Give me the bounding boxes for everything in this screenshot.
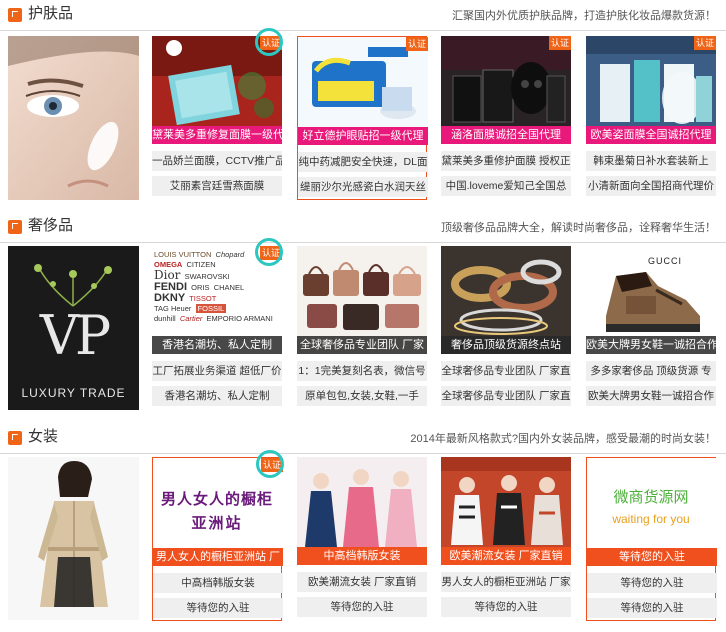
product-link[interactable]: 等待您的入驻	[587, 598, 717, 618]
product-card[interactable]: 微商货源网 waiting for you 等待您的入驻 等待您的入驻 等待您的…	[586, 457, 717, 621]
product-caption[interactable]: 欧美潮流女装 厂家直销	[441, 547, 571, 565]
section-header: 奢侈品 顶级奢侈品品牌大全，解读时尚奢侈品，诠释奢华生活！	[0, 212, 726, 243]
product-caption[interactable]: 奢侈品顶级货源终点站	[441, 336, 571, 354]
brand-chopard: Chopard	[215, 250, 245, 259]
product-caption[interactable]: 等待您的入驻	[587, 548, 717, 566]
product-caption[interactable]: 欧美大牌男女鞋一诚招合作	[586, 336, 716, 354]
product-card[interactable]: 黛莱美多重修复面膜一级代 认证 一品娇兰面膜，CCTV推广品 艾丽素宫廷雪燕面膜	[152, 28, 283, 200]
feature-image-luxury[interactable]: VP LUXURY TRADE	[8, 246, 139, 410]
brand-citizen: CITIZEN	[186, 260, 216, 269]
product-link[interactable]: 工厂拓展业务渠道 超低厂价	[152, 361, 282, 381]
certified-badge: 认证	[406, 37, 428, 51]
section-slogan: 2014年最新风格款式?国内外女装品牌，感受最潮的时尚女装！	[410, 433, 716, 445]
section-title[interactable]: 护肤品	[28, 4, 73, 24]
brand-dior: Dior	[154, 268, 181, 282]
product-link[interactable]: 等待您的入驻	[153, 598, 283, 618]
product-link[interactable]: 中高档韩版女装	[153, 573, 283, 593]
product-link[interactable]: 欧美潮流女装 厂家直销	[297, 572, 427, 592]
certified-badge: 认证	[549, 36, 571, 50]
product-link[interactable]: 原单包包,女装,女鞋,一手	[297, 386, 427, 406]
category-flag-icon	[8, 431, 22, 445]
brand-armani: EMPORIO ARMANI	[206, 314, 273, 323]
feature-image-womens-wear[interactable]	[8, 457, 139, 620]
product-link[interactable]: 1：1完美复刻名表，微信号	[297, 361, 427, 381]
brand-fossil: FOSSIL	[195, 304, 227, 313]
section-slogan: 汇聚国内外优质护肤品牌，打造护肤化妆品爆款货源！	[452, 10, 716, 22]
product-caption[interactable]: 全球奢侈品专业团队 厂家	[297, 336, 427, 354]
product-caption[interactable]: 黛莱美多重修复面膜一级代	[152, 126, 282, 144]
product-link[interactable]: 艾丽素宫廷雪燕面膜	[152, 176, 282, 196]
product-card[interactable]: 涵洛面膜诚招全国代理 认证 黛莱美多重修护面膜 授权正 中国.loveme爱知己…	[441, 36, 571, 200]
product-card[interactable]: GUCCI 欧美大牌男女鞋一诚招合作 多多家奢侈品 顶级货源 专 欧美大牌男女鞋…	[586, 246, 716, 410]
brand-dkny: DKNY	[154, 292, 186, 304]
product-card[interactable]: 欧美潮流女装 厂家直销 男人女人的橱柜亚洲站 厂家 等待您的入驻	[441, 457, 571, 621]
product-link[interactable]: 韩束墨菊日补水套装新上	[586, 151, 716, 171]
store-art-line2: 亚洲站	[191, 515, 243, 532]
brand-lv: LOUIS VUITTON	[154, 250, 212, 259]
brand-tagline: LUXURY TRADE	[21, 386, 126, 400]
product-card[interactable]: 男人女人的橱柜 亚洲站 男人女人的橱柜亚洲站 厂 认证 中高档韩版女装 等待您的…	[152, 450, 284, 621]
product-caption[interactable]: 中高档韩版女装	[297, 547, 427, 565]
product-link[interactable]: 男人女人的橱柜亚洲站 厂家	[441, 572, 571, 592]
brand-dunhill: dunhill	[154, 314, 176, 323]
certified-badge: 认证	[694, 36, 716, 50]
section-title[interactable]: 女装	[28, 427, 58, 447]
product-link[interactable]: 全球奢侈品专业团队 厂家直	[441, 361, 571, 381]
product-link[interactable]: 全球奢侈品专业团队 厂家直	[441, 386, 571, 406]
product-link[interactable]: 等待您的入驻	[587, 573, 717, 593]
feature-image-skincare[interactable]	[8, 36, 139, 200]
product-caption[interactable]: 香港名潮坊、私人定制	[152, 336, 282, 354]
highlight-ring	[255, 28, 283, 56]
brand-chanel: CHANEL	[213, 283, 245, 292]
product-link[interactable]: 等待您的入驻	[297, 597, 427, 617]
brand-tagheuer: TAG Heuer	[154, 304, 192, 313]
product-link[interactable]: 等待您的入驻	[441, 597, 571, 617]
product-card[interactable]: LOUIS VUITTON Chopard OMEGA CITIZEN Dior…	[152, 238, 283, 410]
product-card[interactable]: 全球奢侈品专业团队 厂家 1：1完美复刻名表，微信号 原单包包,女装,女鞋,一手	[297, 246, 427, 410]
product-link[interactable]: 纯中药减肥安全快速，DL面	[298, 152, 428, 172]
product-card[interactable]: 好立德护眼贴招一级代理 认证 纯中药减肥安全快速，DL面 缇丽沙尔光感瓷白水润天…	[297, 36, 428, 200]
section-slogan: 顶级奢侈品品牌大全，解读时尚奢侈品，诠释奢华生活！	[441, 222, 716, 234]
section-header: 女装 2014年最新风格款式?国内外女装品牌，感受最潮的时尚女装！	[0, 423, 726, 454]
brand-oris: ORIS	[191, 283, 210, 292]
product-link[interactable]: 多多家奢侈品 顶级货源 专	[586, 361, 716, 381]
placeholder-subtitle: waiting for you	[612, 512, 690, 526]
category-flag-icon	[8, 220, 22, 234]
face-photo	[8, 36, 139, 200]
product-caption[interactable]: 涵洛面膜诚招全国代理	[441, 126, 571, 144]
product-caption[interactable]: 欧美姿面膜全国诚招代理	[586, 126, 716, 144]
product-link[interactable]: 香港名潮坊、私人定制	[152, 386, 282, 406]
store-art-line1: 男人女人的橱柜	[160, 491, 273, 508]
product-link[interactable]: 欧美大牌男女鞋一诚招合作	[586, 386, 716, 406]
product-link[interactable]: 黛莱美多重修护面膜 授权正	[441, 151, 571, 171]
product-link[interactable]: 小清新面向全国招商代理价	[586, 176, 716, 196]
section-title[interactable]: 奢侈品	[28, 216, 73, 236]
product-caption[interactable]: 男人女人的橱柜亚洲站 厂	[153, 548, 283, 566]
section-header: 护肤品 汇聚国内外优质护肤品牌，打造护肤化妆品爆款货源！	[0, 0, 726, 31]
category-flag-icon	[8, 8, 22, 22]
highlight-ring	[255, 238, 283, 266]
product-caption[interactable]: 好立德护眼贴招一级代理	[298, 127, 428, 145]
brand-tissot: TISSOT	[189, 294, 217, 303]
brand-cartier: Cartier	[179, 314, 203, 323]
product-card[interactable]: 欧美姿面膜全国诚招代理 认证 韩束墨菊日补水套装新上 小清新面向全国招商代理价	[586, 36, 716, 200]
product-link[interactable]: 缇丽沙尔光感瓷白水润天丝	[298, 177, 428, 197]
product-link[interactable]: 中国.loveme爱知己全国总	[441, 176, 571, 196]
brand-logo: VP	[39, 304, 111, 367]
product-card[interactable]: 中高档韩版女装 欧美潮流女装 厂家直销 等待您的入驻	[297, 457, 427, 621]
highlight-ring	[256, 450, 284, 478]
brand-swarovski: SWAROVSKI	[184, 272, 230, 281]
product-card[interactable]: 奢侈品顶级货源终点站 全球奢侈品专业团队 厂家直 全球奢侈品专业团队 厂家直	[441, 246, 571, 410]
product-link[interactable]: 一品娇兰面膜，CCTV推广品	[152, 151, 282, 171]
placeholder-title: 微商货源网	[613, 489, 689, 506]
